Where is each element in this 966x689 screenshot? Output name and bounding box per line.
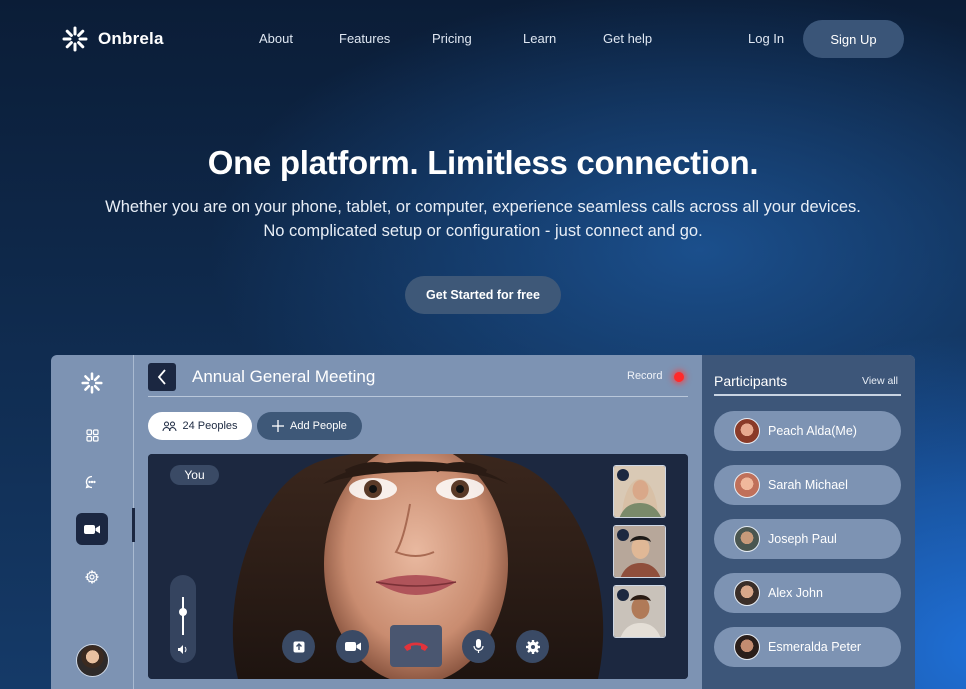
volume-knob[interactable] — [179, 608, 187, 617]
sidebar-dashboard[interactable] — [76, 419, 108, 451]
avatar — [734, 418, 760, 444]
mic-icon — [473, 639, 484, 653]
active-indicator — [132, 508, 135, 542]
mic-muted-icon — [617, 529, 629, 541]
main-video-feed: You — [148, 454, 688, 679]
people-count-label: 24 Peoples — [182, 420, 238, 432]
speaker-icon — [178, 645, 187, 654]
chat-icon — [85, 475, 96, 489]
participants-panel: Participants View all Peach Alda(Me) Sar… — [702, 355, 915, 689]
add-people-button[interactable]: Add People — [257, 412, 362, 440]
plus-icon — [272, 420, 285, 432]
brand-logo[interactable]: Onbrela — [62, 26, 164, 52]
avatar — [734, 526, 760, 552]
end-call-icon — [404, 642, 428, 651]
participant-thumbnail[interactable] — [613, 585, 666, 638]
avatar — [734, 580, 760, 606]
participant-item[interactable]: Sarah Michael — [714, 465, 901, 505]
meeting-title: Annual General Meeting — [192, 367, 376, 386]
record-label[interactable]: Record — [627, 370, 662, 382]
participant-item[interactable]: Peach Alda(Me) — [714, 411, 901, 451]
share-screen-button[interactable] — [282, 630, 315, 663]
mic-button[interactable] — [462, 630, 495, 663]
back-button[interactable] — [148, 363, 176, 391]
login-link[interactable]: Log In — [748, 31, 784, 46]
divider — [714, 394, 901, 396]
participant-item[interactable]: Alex John — [714, 573, 901, 613]
volume-slider[interactable] — [170, 575, 196, 663]
people-count-button[interactable]: 24 Peoples — [148, 412, 252, 440]
participants-title: Participants — [714, 373, 788, 389]
end-call-button[interactable] — [390, 625, 442, 667]
avatar — [734, 472, 760, 498]
participant-thumbnail[interactable] — [613, 525, 666, 578]
nav-link-get-help[interactable]: Get help — [603, 31, 652, 46]
video-icon — [84, 524, 100, 534]
divider — [148, 396, 688, 397]
participant-item[interactable]: Joseph Paul — [714, 519, 901, 559]
participant-item[interactable]: Esmeralda Peter — [714, 627, 901, 667]
camera-button[interactable] — [336, 630, 369, 663]
user-avatar[interactable] — [76, 644, 109, 677]
participant-name: Esmeralda Peter — [768, 640, 862, 654]
hero-subtitle-line2: No complicated setup or configuration - … — [263, 222, 703, 240]
participant-name: Peach Alda(Me) — [768, 424, 857, 438]
brand-name: Onbrela — [98, 29, 164, 48]
settings-icon — [85, 570, 99, 584]
get-started-button[interactable]: Get Started for free — [405, 276, 561, 314]
participant-name: Alex John — [768, 586, 823, 600]
camera-icon — [344, 642, 361, 651]
self-video-tag: You — [170, 465, 219, 485]
nav-link-learn[interactable]: Learn — [523, 31, 556, 46]
participant-thumbnail[interactable] — [613, 465, 666, 518]
participant-name: Joseph Paul — [768, 532, 837, 546]
add-people-label: Add People — [290, 420, 347, 432]
chevron-left-icon — [157, 369, 166, 385]
nav-link-features[interactable]: Features — [339, 31, 390, 46]
participant-name: Sarah Michael — [768, 478, 848, 492]
sun-logo-icon — [62, 26, 88, 52]
nav-link-about[interactable]: About — [259, 31, 293, 46]
settings-icon — [525, 639, 540, 654]
hero-subtitle-line1: Whether you are on your phone, tablet, o… — [105, 198, 861, 216]
app-sidebar — [51, 355, 135, 689]
grid-icon — [85, 428, 99, 442]
sun-logo-icon — [81, 372, 103, 394]
signup-button[interactable]: Sign Up — [803, 20, 904, 58]
sidebar-video[interactable] — [76, 513, 108, 545]
nav-link-pricing[interactable]: Pricing — [432, 31, 472, 46]
avatar — [734, 634, 760, 660]
view-all-link[interactable]: View all — [862, 375, 898, 387]
people-icon — [162, 421, 177, 431]
sidebar-chat[interactable] — [76, 466, 108, 498]
mic-muted-icon — [617, 589, 629, 601]
top-nav: Onbrela About Features Pricing Learn Get… — [0, 0, 966, 78]
record-indicator-icon[interactable] — [674, 372, 684, 382]
app-preview: Annual General Meeting Record 24 Peoples… — [51, 355, 915, 689]
mic-muted-icon — [617, 469, 629, 481]
call-settings-button[interactable] — [516, 630, 549, 663]
hero-title: One platform. Limitless connection. — [207, 144, 759, 181]
sidebar-settings[interactable] — [76, 561, 108, 593]
app-logo[interactable] — [76, 367, 108, 399]
share-screen-icon — [293, 641, 304, 652]
